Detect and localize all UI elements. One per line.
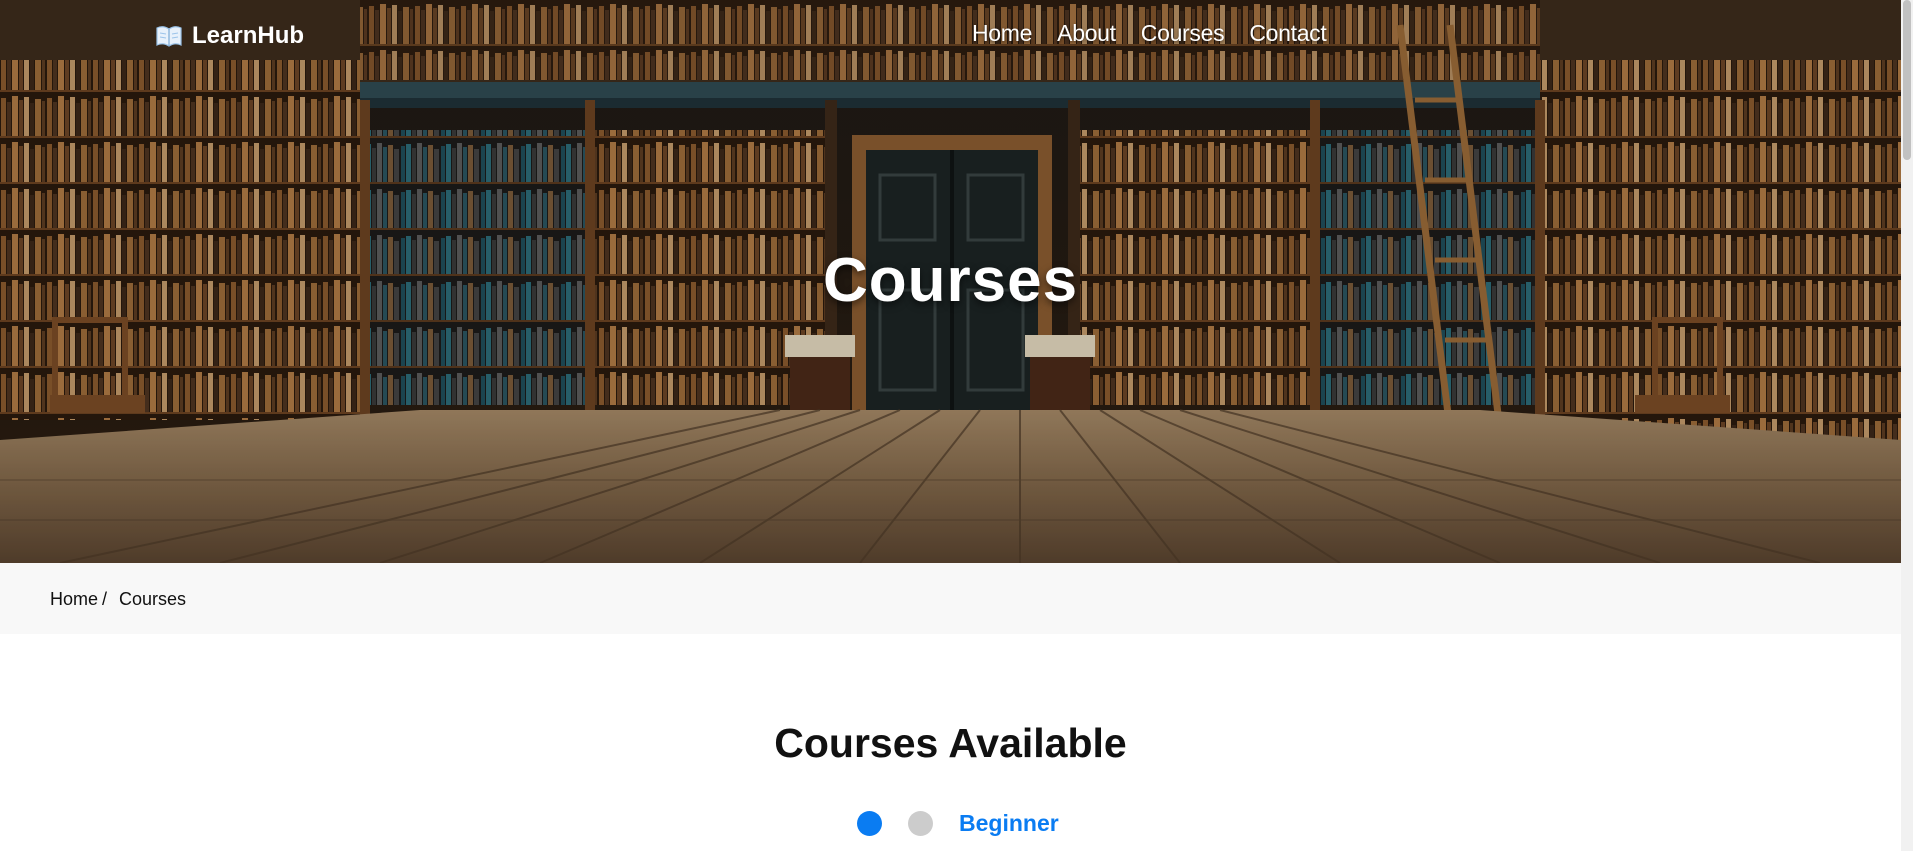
breadcrumb-home-link[interactable]: Home: [50, 589, 98, 610]
brand-logo-link[interactable]: LearnHub: [156, 22, 304, 50]
nav-link-courses[interactable]: Courses: [1141, 20, 1225, 47]
level-dot-active[interactable]: [857, 811, 882, 836]
nav-links: Home About Courses Contact: [972, 20, 1327, 47]
level-dot-inactive[interactable]: [908, 811, 933, 836]
level-filter: Beginner: [857, 810, 1059, 837]
brand-name: LearnHub: [192, 22, 305, 49]
nav-link-contact[interactable]: Contact: [1249, 20, 1326, 47]
breadcrumb-separator: /: [102, 589, 108, 609]
breadcrumb: Home / Courses: [50, 589, 186, 610]
top-navbar: LearnHub Home About Courses Contact: [0, 0, 1901, 72]
open-book-icon: [156, 26, 182, 47]
level-label[interactable]: Beginner: [959, 810, 1059, 837]
hero-title: Courses: [822, 246, 1079, 315]
page: LearnHub Home About Courses Contact Cour…: [0, 0, 1913, 851]
nav-link-about[interactable]: About: [1057, 20, 1116, 47]
hero-banner: LearnHub Home About Courses Contact Cour…: [0, 0, 1901, 563]
page-scrollbar[interactable]: [1901, 0, 1913, 851]
nav-link-home[interactable]: Home: [972, 20, 1032, 47]
breadcrumb-current: Courses: [119, 589, 187, 609]
section-title: Courses Available: [774, 720, 1127, 766]
breadcrumb-bar: Home / Courses: [0, 563, 1901, 634]
scrollbar-thumb[interactable]: [1903, 0, 1911, 160]
